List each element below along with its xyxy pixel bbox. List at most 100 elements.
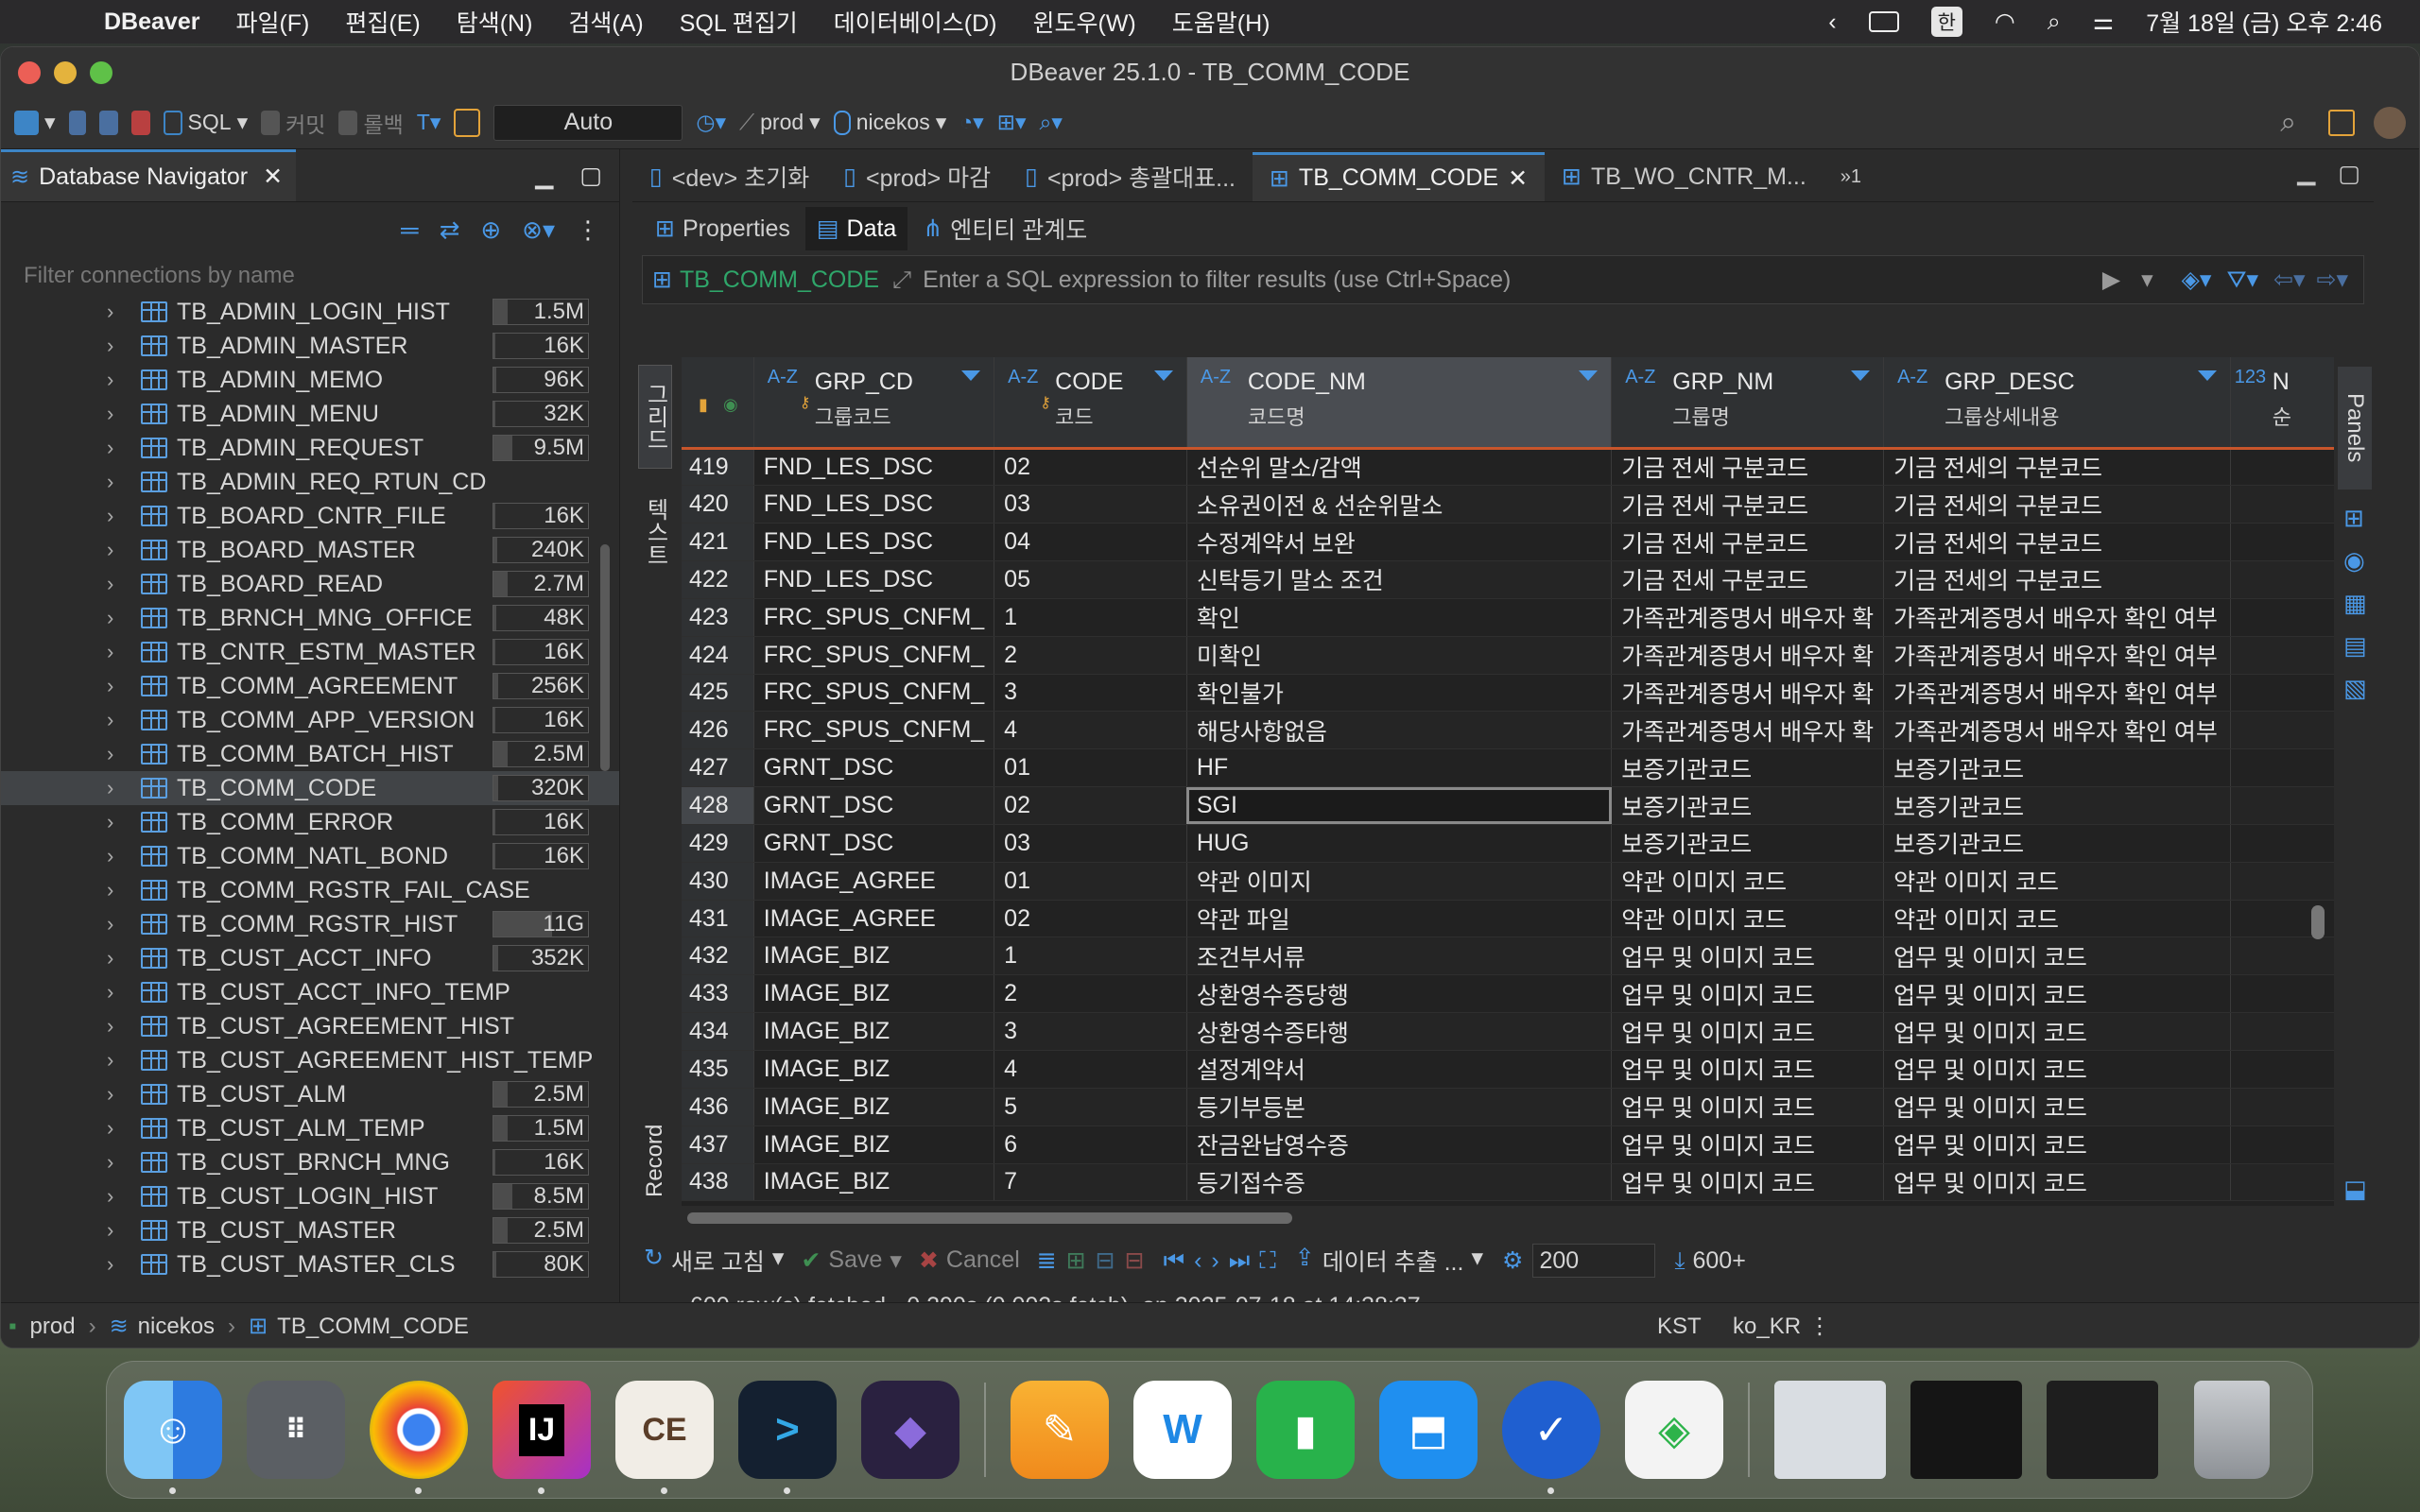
back-icon[interactable]: ⇦▾: [2273, 266, 2306, 294]
cell-grp_desc[interactable]: 기금 전세의 구분코드: [1883, 448, 2231, 487]
cell-grp_desc[interactable]: 보증기관코드: [1883, 748, 2231, 788]
column-header-code_nm[interactable]: A-Z CODE_NM 코드명: [1186, 357, 1613, 450]
cell-code_nm[interactable]: SGI: [1186, 786, 1613, 825]
navigator-table-item[interactable]: › TB_COMM_RGSTR_FAIL_CASE: [1, 873, 619, 907]
cell-grp_cd[interactable]: FRC_SPUS_CNFM_: [753, 598, 995, 637]
tab-prod-general[interactable]: ▯ <prod> 총괄대표...: [1008, 152, 1253, 201]
references-panel-icon[interactable]: ▧: [2343, 674, 2367, 703]
navigator-table-item[interactable]: › TB_COMM_APP_VERSION 16K: [1, 703, 619, 737]
menu-window[interactable]: 윈도우(W): [1033, 5, 1136, 39]
row-number[interactable]: 419: [682, 448, 754, 487]
cell-grp_cd[interactable]: FRC_SPUS_CNFM_: [753, 636, 995, 675]
sort-filter-icon[interactable]: [961, 370, 981, 381]
chevron-right-icon[interactable]: ›: [107, 436, 128, 460]
navigator-table-item[interactable]: › TB_ADMIN_MEMO 96K: [1, 363, 619, 397]
row-number[interactable]: 431: [682, 900, 754, 938]
cell-grp_cd[interactable]: GRNT_DSC: [753, 748, 995, 788]
cell-grp_desc[interactable]: 기금 전세의 구분코드: [1883, 560, 2231, 599]
navigator-table-item[interactable]: › TB_CUST_ALM 2.5M: [1, 1077, 619, 1111]
chevron-right-icon[interactable]: ›: [107, 1082, 128, 1107]
auto-commit-mode[interactable]: Auto: [493, 104, 683, 141]
row-number[interactable]: 436: [682, 1088, 754, 1126]
table-row[interactable]: 429 GRNT_DSC 03 HUG 보증기관코드 보증기관코드: [682, 824, 2357, 863]
perspective-icon[interactable]: [2328, 109, 2355, 136]
cell-grp_nm[interactable]: 약관 이미지 코드: [1611, 862, 1885, 901]
menu-help[interactable]: 도움말(H): [1172, 5, 1270, 39]
cell-code_nm[interactable]: 수정계약서 보완: [1186, 523, 1613, 562]
keyboard-icon[interactable]: [1868, 11, 1899, 32]
spotlight-search-icon[interactable]: ⌕: [2048, 9, 2061, 36]
table-row[interactable]: 425 FRC_SPUS_CNFM_ 3 확인불가 가족관계증명서 배우자 확 가족관계증…: [682, 674, 2357, 713]
chevron-right-icon[interactable]: ›: [107, 1150, 128, 1175]
search-tool-icon[interactable]: ⌕▾: [1040, 110, 1063, 135]
panels-toggle[interactable]: Panels: [2338, 367, 2372, 490]
cell-grp_nm[interactable]: 가족관계증명서 배우자 확: [1611, 636, 1885, 675]
input-source-badge[interactable]: 한: [1930, 7, 1962, 37]
chevron-right-icon[interactable]: ›: [107, 1116, 128, 1141]
add-row-icon[interactable]: ⊞: [1066, 1246, 1086, 1275]
next-page-icon[interactable]: ›: [1211, 1247, 1219, 1275]
cell-code[interactable]: 2: [994, 974, 1187, 1014]
table-row[interactable]: 426 FRC_SPUS_CNFM_ 4 해당사항없음 가족관계증명서 배우자 확 가족관…: [682, 711, 2357, 750]
cell-code_nm[interactable]: 해당사항없음: [1186, 711, 1613, 750]
cell-code_nm[interactable]: 등기부등본: [1186, 1088, 1613, 1126]
value-panel-icon[interactable]: ⊞: [2343, 504, 2364, 533]
cell-grp_nm[interactable]: 업무 및 이미지 코드: [1611, 936, 1885, 976]
text-view-tab[interactable]: 텍스트: [638, 490, 672, 575]
navigator-table-item[interactable]: › TB_COMM_NATL_BOND 16K: [1, 839, 619, 873]
filter-connections-input[interactable]: Filter connections by name: [1, 257, 619, 295]
cell-code_nm[interactable]: HUG: [1186, 824, 1613, 863]
cell-grp_nm[interactable]: 업무 및 이미지 코드: [1611, 1088, 1885, 1126]
cell-grp_cd[interactable]: IMAGE_BIZ: [753, 974, 995, 1014]
navigator-table-item[interactable]: › TB_CUST_LOGIN_HIST 8.5M: [1, 1179, 619, 1213]
minimized-chrome-window-2[interactable]: [2047, 1381, 2158, 1479]
cell-grp_cd[interactable]: IMAGE_AGREE: [753, 900, 995, 938]
minimize-editor-icon[interactable]: ▁: [2297, 158, 2315, 186]
settings-icon[interactable]: ⚙: [1502, 1246, 1523, 1275]
navigator-table-item[interactable]: › TB_BOARD_MASTER 240K: [1, 533, 619, 567]
cell-grp_desc[interactable]: 기금 전세의 구분코드: [1883, 523, 2231, 562]
maximize-editor-icon[interactable]: ▢: [2338, 160, 2360, 188]
cell-code[interactable]: 03: [994, 824, 1187, 863]
chevron-right-icon[interactable]: ›: [107, 674, 128, 698]
navigator-table-item[interactable]: › TB_ADMIN_MASTER 16K: [1, 329, 619, 363]
control-center-icon[interactable]: ⚌: [2093, 8, 2114, 36]
active-schema-selector[interactable]: nicekos ▾: [833, 110, 946, 135]
erd-icon[interactable]: ⊞▾: [997, 110, 1027, 135]
navigator-table-item[interactable]: › TB_COMM_ERROR 16K: [1, 805, 619, 839]
chevron-left-icon[interactable]: ‹: [1828, 9, 1836, 36]
row-number[interactable]: 437: [682, 1125, 754, 1164]
todo-icon[interactable]: ✓: [1502, 1381, 1600, 1494]
table-row[interactable]: 435 IMAGE_BIZ 4 설정계약서 업무 및 이미지 코드 업무 및 이미지 코드: [682, 1050, 2357, 1089]
cell-grp_cd[interactable]: FND_LES_DSC: [753, 448, 995, 487]
navigator-table-item[interactable]: › TB_CUST_MASTER_CLS 80K: [1, 1247, 619, 1281]
cell-code_nm[interactable]: HF: [1186, 748, 1613, 788]
cell-grp_nm[interactable]: 가족관계증명서 배우자 확: [1611, 711, 1885, 750]
timezone-indicator[interactable]: KST: [1657, 1314, 1702, 1340]
grid-view-tab[interactable]: 그리드: [638, 365, 672, 469]
chevron-right-icon[interactable]: ›: [107, 300, 128, 324]
breadcrumb-schema[interactable]: nicekos: [138, 1314, 215, 1340]
chevron-right-icon[interactable]: ›: [107, 368, 128, 392]
app-menu-name[interactable]: DBeaver: [104, 9, 199, 36]
close-window-button[interactable]: [18, 61, 41, 84]
history-icon[interactable]: ◷▾: [696, 110, 726, 135]
edit-row-icon[interactable]: ≣: [1037, 1246, 1057, 1275]
cell-grp_desc[interactable]: 업무 및 이미지 코드: [1883, 1012, 2231, 1051]
tab-er-diagram[interactable]: ⋔ 엔티티 관계도: [911, 204, 1098, 253]
filter-connections-icon[interactable]: ⊗▾: [522, 215, 555, 245]
cell-grp_nm[interactable]: 업무 및 이미지 코드: [1611, 1050, 1885, 1089]
cell-grp_cd[interactable]: IMAGE_BIZ: [753, 1050, 995, 1089]
reconnect-icon[interactable]: [98, 110, 118, 135]
menu-sql-editor[interactable]: SQL 편집기: [680, 5, 798, 39]
cell-code_nm[interactable]: 소유권이전 & 선순위말소: [1186, 485, 1613, 524]
numbers-icon[interactable]: ▮: [1256, 1381, 1355, 1479]
cell-grp_desc[interactable]: 업무 및 이미지 코드: [1883, 1050, 2231, 1089]
cell-grp_cd[interactable]: FND_LES_DSC: [753, 485, 995, 524]
chevron-right-icon[interactable]: ›: [107, 1218, 128, 1243]
row-number[interactable]: 432: [682, 936, 754, 976]
table-row[interactable]: 430 IMAGE_AGREE 01 약관 이미지 약관 이미지 코드 약관 이미지 코드: [682, 862, 2357, 901]
column-header-code[interactable]: A-Z ⚷ CODE 코드: [994, 357, 1187, 450]
rollback-button[interactable]: 롤백: [338, 107, 404, 139]
cell-grp_nm[interactable]: 보증기관코드: [1611, 824, 1885, 863]
